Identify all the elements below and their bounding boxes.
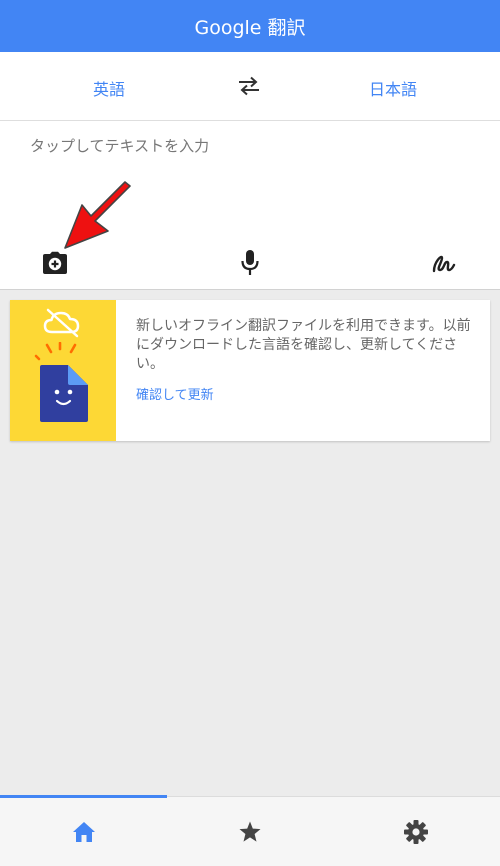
phrasebook-tab[interactable] — [237, 819, 263, 845]
settings-icon — [404, 820, 428, 844]
app-header: Google 翻訳 — [0, 0, 500, 52]
cloud-off-icon — [43, 308, 80, 338]
offline-update-card: 新しいオフライン翻訳ファイルを利用できます。以前にダウンロードした言語を確認し、… — [10, 300, 490, 441]
home-icon — [73, 822, 95, 842]
bottom-navigation — [0, 795, 500, 866]
home-tab[interactable] — [71, 819, 97, 845]
handwriting-icon — [432, 255, 456, 273]
file-character-icon — [34, 342, 88, 422]
offline-file-illustration — [10, 300, 116, 441]
language-bar: 英語 日本語 — [0, 52, 500, 121]
target-language-button[interactable]: 日本語 — [369, 76, 417, 100]
app-title: Google 翻訳 — [194, 16, 306, 39]
swap-languages-icon[interactable] — [237, 76, 261, 96]
check-and-update-link[interactable]: 確認して更新 — [136, 384, 214, 403]
active-tab-indicator — [0, 795, 167, 798]
red-arrow-annotation-icon — [64, 181, 131, 249]
mic-icon — [241, 250, 259, 275]
input-placeholder: タップしてテキストを入力 — [30, 137, 210, 155]
star-icon — [239, 821, 261, 842]
offline-update-message: 新しいオフライン翻訳ファイルを利用できます。以前にダウンロードした言語を確認し、… — [136, 318, 471, 372]
microphone-button[interactable] — [236, 249, 264, 277]
handwriting-button[interactable] — [430, 249, 458, 277]
settings-tab[interactable] — [403, 819, 429, 845]
source-language-button[interactable]: 英語 — [93, 76, 125, 100]
